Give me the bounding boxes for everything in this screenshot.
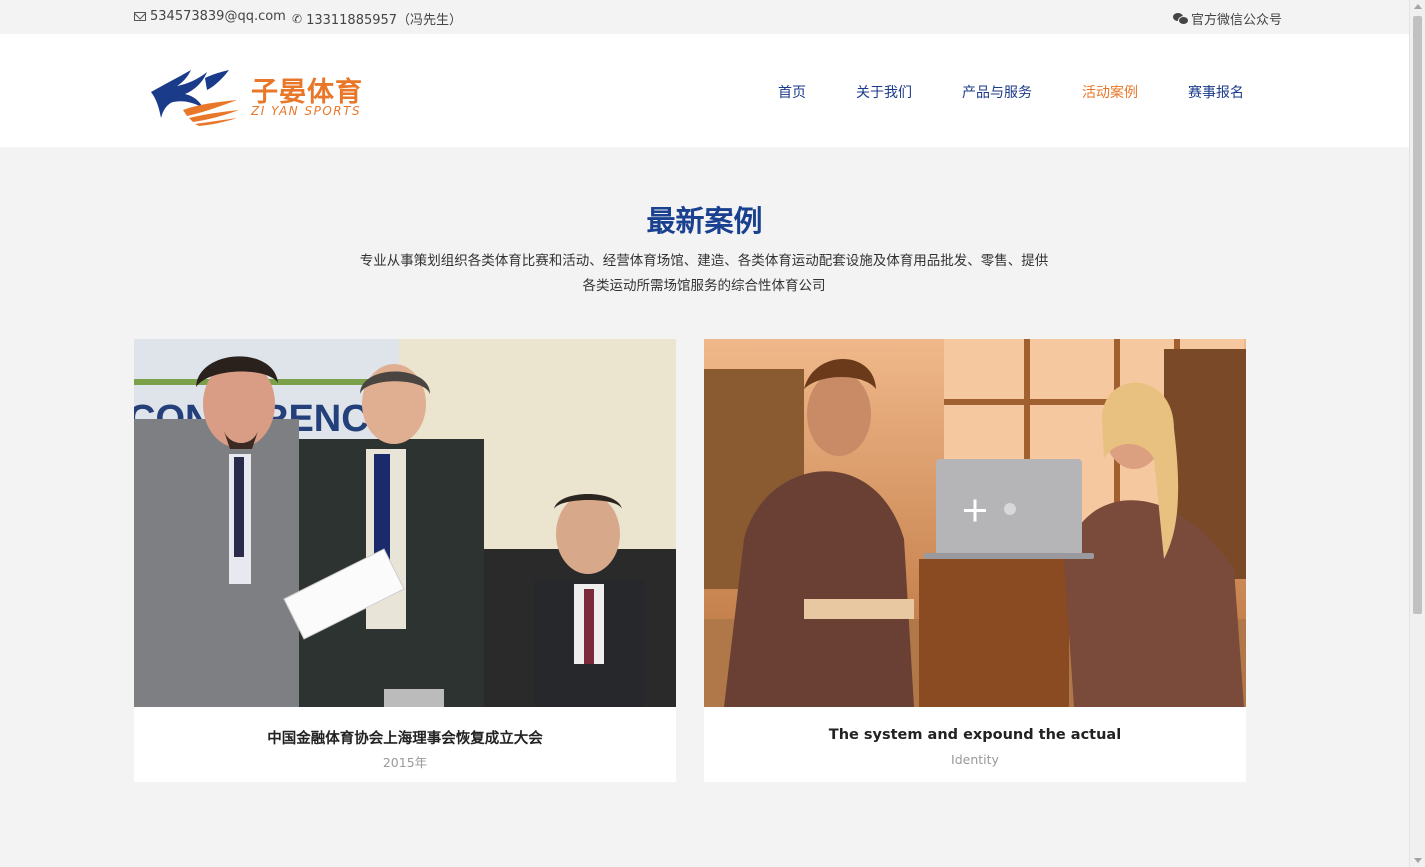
case-card[interactable]: The system and expound the actual Identi… xyxy=(704,339,1246,782)
wechat-icon xyxy=(1173,13,1189,25)
section-title: 最新案例 xyxy=(646,204,763,238)
contact-email[interactable]: 534573839@qq.com xyxy=(134,9,286,24)
wechat-link[interactable]: 官方微信公众号 xyxy=(1173,9,1282,28)
nav-item-products[interactable]: 产品与服务 xyxy=(962,82,1032,102)
section-description-line-1: 专业从事策划组织各类体育比赛和活动、经营体育场馆、建造、各类体育运动配套设施及体… xyxy=(359,253,1049,269)
case-subtitle: Identity xyxy=(951,752,999,767)
case-image-conference[interactable]: CONFERENCE xyxy=(134,339,676,707)
nav-item-cases[interactable]: 活动案例 xyxy=(1082,82,1138,102)
scroll-up-icon[interactable] xyxy=(1414,4,1422,9)
logo[interactable]: 子晏体育 ZI YAN SPORTS xyxy=(147,64,362,126)
mail-icon xyxy=(134,12,146,21)
site-header: 子晏体育 ZI YAN SPORTS 首页 关于我们 产品与服务 活动案例 赛事… xyxy=(0,34,1409,147)
contact-phone[interactable]: ✆ 13311885957（冯先生） xyxy=(292,9,463,29)
nav-item-about[interactable]: 关于我们 xyxy=(856,82,912,102)
phone-text: 13311885957（冯先生） xyxy=(306,13,463,28)
case-image-meeting[interactable] xyxy=(704,339,1246,707)
meeting-photo xyxy=(704,339,1246,707)
nav-item-home[interactable]: 首页 xyxy=(778,82,806,102)
logo-mark-icon xyxy=(151,70,239,126)
nav-item-signup[interactable]: 赛事报名 xyxy=(1188,82,1244,102)
scrollbar-thumb[interactable] xyxy=(1413,16,1422,614)
case-subtitle: 2015年 xyxy=(382,755,428,770)
case-title[interactable]: The system and expound the actual xyxy=(704,727,1246,743)
case-title[interactable]: 中国金融体育协会上海理事会恢复成立大会 xyxy=(134,727,676,748)
conference-photo: CONFERENCE xyxy=(134,339,676,707)
section-description-line-2: 各类运动所需场馆服务的综合性体育公司 xyxy=(582,278,826,294)
section-description: 专业从事策划组织各类体育比赛和活动、经营体育场馆、建造、各类体育运动配套设施及体… xyxy=(340,249,1068,299)
logo-name-en: ZI YAN SPORTS xyxy=(251,104,362,118)
wechat-label: 官方微信公众号 xyxy=(1191,13,1283,28)
email-text: 534573839@qq.com xyxy=(150,9,286,24)
phone-icon: ✆ xyxy=(292,11,303,26)
page-scrollbar[interactable] xyxy=(1409,0,1425,867)
case-card[interactable]: CONFERENCE 中国金融体育协会上海理事会恢复成立大会 2015年 xyxy=(134,339,676,782)
scroll-down-icon[interactable] xyxy=(1414,858,1422,863)
top-bar: 534573839@qq.com ✆ 13311885957（冯先生） 官方微信… xyxy=(0,0,1409,34)
